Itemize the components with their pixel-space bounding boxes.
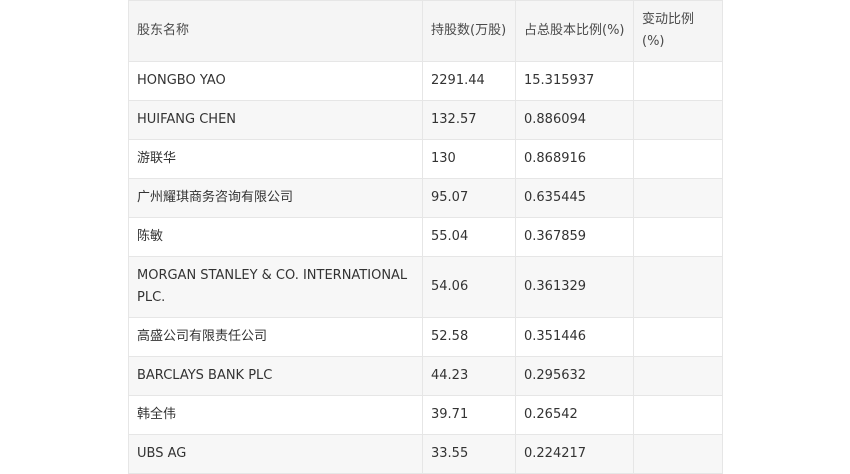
cell-change [633, 256, 723, 318]
table-row: HUIFANG CHEN 132.57 0.886094 [128, 100, 723, 140]
cell-change [633, 317, 723, 357]
cell-name: 高盛公司有限责任公司 [128, 317, 423, 357]
cell-ratio: 0.367859 [515, 217, 634, 257]
cell-change [633, 139, 723, 179]
cell-name: 韩全伟 [128, 395, 423, 435]
cell-ratio: 0.224217 [515, 434, 634, 474]
cell-ratio: 15.315937 [515, 61, 634, 101]
header-row: 股东名称 持股数(万股) 占总股本比例(%) 变动比例(%) [128, 0, 723, 62]
header-shares: 持股数(万股) [422, 0, 516, 62]
cell-shares: 33.55 [422, 434, 516, 474]
cell-name: 广州耀琪商务咨询有限公司 [128, 178, 423, 218]
cell-shares: 39.71 [422, 395, 516, 435]
cell-ratio: 0.26542 [515, 395, 634, 435]
cell-name: HUIFANG CHEN [128, 100, 423, 140]
table-row: UBS AG 33.55 0.224217 [128, 434, 723, 474]
cell-ratio: 0.868916 [515, 139, 634, 179]
table-row: 韩全伟 39.71 0.26542 [128, 395, 723, 435]
cell-shares: 55.04 [422, 217, 516, 257]
cell-change [633, 100, 723, 140]
cell-shares: 54.06 [422, 256, 516, 318]
table-header: 股东名称 持股数(万股) 占总股本比例(%) 变动比例(%) [128, 0, 723, 62]
cell-shares: 132.57 [422, 100, 516, 140]
header-shareholder-name: 股东名称 [128, 0, 423, 62]
cell-change [633, 61, 723, 101]
header-share-ratio: 占总股本比例(%) [515, 0, 634, 62]
cell-name: MORGAN STANLEY & CO. INTERNATIONAL PLC. [128, 256, 423, 318]
table-row: 游联华 130 0.868916 [128, 139, 723, 179]
cell-change [633, 395, 723, 435]
table-row: 高盛公司有限责任公司 52.58 0.351446 [128, 317, 723, 357]
cell-ratio: 0.886094 [515, 100, 634, 140]
cell-ratio: 0.361329 [515, 256, 634, 318]
table-row: 陈敏 55.04 0.367859 [128, 217, 723, 257]
cell-shares: 44.23 [422, 356, 516, 396]
cell-change [633, 434, 723, 474]
cell-name: 游联华 [128, 139, 423, 179]
cell-ratio: 0.351446 [515, 317, 634, 357]
table-row: BARCLAYS BANK PLC 44.23 0.295632 [128, 356, 723, 396]
cell-shares: 130 [422, 139, 516, 179]
cell-shares: 2291.44 [422, 61, 516, 101]
cell-change [633, 217, 723, 257]
table-row: MORGAN STANLEY & CO. INTERNATIONAL PLC. … [128, 256, 723, 318]
cell-name: BARCLAYS BANK PLC [128, 356, 423, 396]
cell-ratio: 0.295632 [515, 356, 634, 396]
table-row: HONGBO YAO 2291.44 15.315937 [128, 61, 723, 101]
table-body: HONGBO YAO 2291.44 15.315937 HUIFANG CHE… [128, 61, 723, 474]
cell-change [633, 178, 723, 218]
table-row: 广州耀琪商务咨询有限公司 95.07 0.635445 [128, 178, 723, 218]
cell-shares: 52.58 [422, 317, 516, 357]
cell-shares: 95.07 [422, 178, 516, 218]
cell-change [633, 356, 723, 396]
cell-name: UBS AG [128, 434, 423, 474]
cell-name: HONGBO YAO [128, 61, 423, 101]
shareholder-table: 股东名称 持股数(万股) 占总股本比例(%) 变动比例(%) HONGBO YA… [128, 0, 723, 474]
header-change-ratio: 变动比例(%) [633, 0, 723, 62]
cell-name: 陈敏 [128, 217, 423, 257]
shareholder-table-container: 股东名称 持股数(万股) 占总股本比例(%) 变动比例(%) HONGBO YA… [128, 0, 723, 474]
cell-ratio: 0.635445 [515, 178, 634, 218]
